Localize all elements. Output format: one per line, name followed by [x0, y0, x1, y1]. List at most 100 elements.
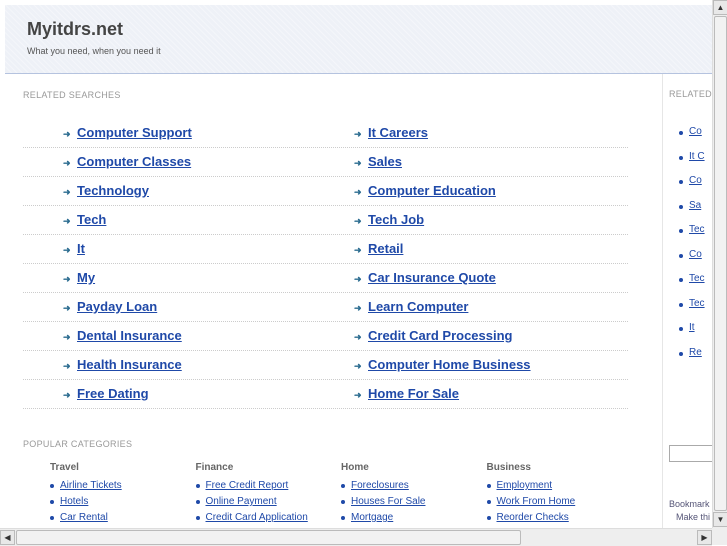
sidebar-link[interactable]: Tec	[689, 298, 705, 309]
sidebar-item[interactable]: Re	[679, 347, 702, 358]
related-link-item[interactable]: ➜ Home For Sale	[354, 379, 459, 408]
category-item[interactable]: Online Payment	[195, 494, 336, 510]
category-link[interactable]: Foreclosures	[351, 480, 409, 491]
sidebar-link[interactable]: Sa	[689, 200, 701, 211]
category-link[interactable]: Airline Tickets	[60, 480, 122, 491]
related-link[interactable]: Technology	[77, 183, 149, 198]
sidebar-link[interactable]: Tec	[689, 224, 705, 235]
related-link[interactable]: Retail	[368, 241, 403, 256]
sidebar-item[interactable]: Tec	[679, 273, 705, 284]
category-link[interactable]: Online Payment	[206, 496, 277, 507]
category-link[interactable]: Mortgage	[351, 512, 393, 523]
related-link[interactable]: Sales	[368, 154, 402, 169]
bookmark-text[interactable]: Bookmark	[669, 499, 710, 509]
related-link[interactable]: My	[77, 270, 95, 285]
site-title[interactable]: Myitdrs.net	[27, 19, 123, 40]
related-link-item[interactable]: ➜ Car Insurance Quote	[354, 263, 496, 292]
category-column: Finance Free Credit Report Online Payment C…	[195, 462, 336, 526]
related-link-item[interactable]: ➜ Technology	[63, 176, 149, 205]
make-homepage-text[interactable]: Make thi	[676, 512, 710, 522]
scroll-left-icon[interactable]: ◀	[0, 530, 15, 545]
category-item[interactable]: Mortgage	[341, 510, 481, 526]
horizontal-scroll-thumb[interactable]	[16, 530, 521, 545]
category-item[interactable]: Free Credit Report	[195, 478, 336, 494]
sidebar-item[interactable]: Sa	[678, 200, 701, 211]
related-link-item[interactable]: ➜ Computer Home Business	[354, 350, 531, 379]
category-item[interactable]: Car Rental	[50, 510, 190, 526]
related-link-item[interactable]: ➜ Tech Job	[354, 205, 424, 234]
category-item[interactable]: Hotels	[50, 494, 190, 510]
related-link-item[interactable]: ➜ Sales	[354, 147, 402, 176]
scroll-right-icon[interactable]: ▶	[697, 530, 712, 545]
sidebar-item[interactable]: It C	[679, 151, 705, 162]
category-link[interactable]: Hotels	[60, 496, 88, 507]
related-link[interactable]: It Careers	[368, 125, 428, 140]
related-link[interactable]: It	[77, 241, 85, 256]
related-link-item[interactable]: ➜ My	[63, 263, 95, 292]
related-link[interactable]: Computer Home Business	[368, 357, 531, 372]
horizontal-scrollbar[interactable]: ◀ ▶	[0, 528, 712, 546]
category-heading: Finance	[195, 462, 234, 473]
category-link[interactable]: Work From Home	[497, 496, 576, 507]
related-link-item[interactable]: ➜ Computer Support	[63, 118, 192, 147]
sidebar-item[interactable]: It	[679, 322, 695, 333]
related-link[interactable]: Dental Insurance	[77, 328, 182, 343]
sidebar-link[interactable]: It C	[689, 151, 705, 162]
sidebar-link[interactable]: Co	[689, 126, 702, 137]
category-link[interactable]: Car Rental	[60, 512, 108, 523]
related-link-item[interactable]: ➜ Health Insurance	[63, 350, 182, 379]
related-link-item[interactable]: ➜ Tech	[63, 205, 106, 234]
sidebar-item[interactable]: Tec	[679, 224, 705, 235]
related-link-item[interactable]: ➜ Retail	[354, 234, 403, 263]
related-link[interactable]: Learn Computer	[368, 299, 468, 314]
category-link[interactable]: Credit Card Application	[206, 512, 308, 523]
related-link[interactable]: Tech Job	[368, 212, 424, 227]
related-link-item[interactable]: ➜ Credit Card Processing	[354, 321, 513, 350]
category-item[interactable]: Reorder Checks	[486, 510, 627, 526]
related-link-item[interactable]: ➜ Learn Computer	[354, 292, 468, 321]
related-link-item[interactable]: ➜ Payday Loan	[63, 292, 157, 321]
sidebar-link[interactable]: Re	[689, 347, 702, 358]
related-link[interactable]: Home For Sale	[368, 386, 459, 401]
related-link[interactable]: Tech	[77, 212, 106, 227]
vertical-scroll-thumb[interactable]	[714, 16, 727, 511]
sidebar-item[interactable]: Co	[679, 126, 702, 137]
right-arrow-icon: ➜	[63, 361, 71, 371]
sidebar-item[interactable]: Co	[679, 249, 702, 260]
category-item[interactable]: Work From Home	[486, 494, 627, 510]
sidebar-item[interactable]: Co	[679, 175, 702, 186]
category-item[interactable]: Airline Tickets	[50, 478, 190, 494]
category-item[interactable]: Employment	[486, 478, 627, 494]
related-link-item[interactable]: ➜ Computer Education	[354, 176, 496, 205]
vertical-scrollbar[interactable]: ▲ ▼	[712, 0, 727, 528]
category-link[interactable]: Employment	[497, 480, 553, 491]
related-row: ➜ Computer Support ➜ It Careers	[23, 118, 628, 148]
related-link[interactable]: Health Insurance	[77, 357, 182, 372]
sidebar-link[interactable]: Co	[689, 249, 702, 260]
sidebar-link[interactable]: Tec	[689, 273, 705, 284]
related-link[interactable]: Computer Support	[77, 125, 192, 140]
scroll-down-icon[interactable]: ▼	[713, 512, 727, 527]
related-link-item[interactable]: ➜ Computer Classes	[63, 147, 191, 176]
sidebar-link[interactable]: It	[689, 322, 695, 333]
category-link[interactable]: Free Credit Report	[206, 480, 289, 491]
category-item[interactable]: Foreclosures	[341, 478, 481, 494]
scroll-up-icon[interactable]: ▲	[713, 0, 727, 15]
category-item[interactable]: Houses For Sale	[341, 494, 481, 510]
category-link[interactable]: Reorder Checks	[497, 512, 569, 523]
related-link-item[interactable]: ➜ It	[63, 234, 85, 263]
related-link-item[interactable]: ➜ It Careers	[354, 118, 428, 147]
related-link-item[interactable]: ➜ Free Dating	[63, 379, 149, 408]
related-link[interactable]: Free Dating	[77, 386, 149, 401]
related-link[interactable]: Payday Loan	[77, 299, 157, 314]
related-link[interactable]: Car Insurance Quote	[368, 270, 496, 285]
sidebar-item[interactable]: Tec	[679, 298, 705, 309]
related-link[interactable]: Credit Card Processing	[368, 328, 513, 343]
category-item[interactable]: Credit Card Application	[195, 510, 336, 526]
sidebar-link[interactable]: Co	[689, 175, 702, 186]
related-link[interactable]: Computer Classes	[77, 154, 191, 169]
related-link-item[interactable]: ➜ Dental Insurance	[63, 321, 182, 350]
related-link[interactable]: Computer Education	[368, 183, 496, 198]
category-link[interactable]: Houses For Sale	[351, 496, 425, 507]
sidebar-search-input[interactable]	[669, 445, 712, 462]
